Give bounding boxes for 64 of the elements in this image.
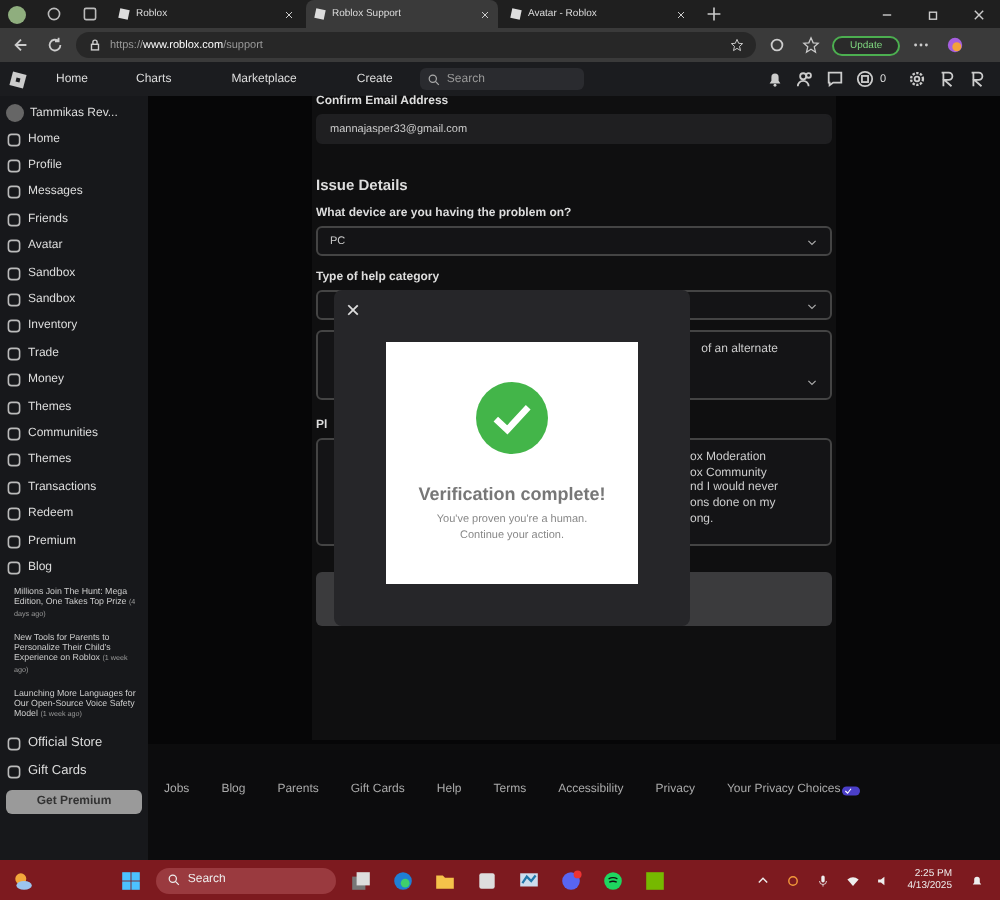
square-icon xyxy=(6,559,22,576)
people-icon[interactable] xyxy=(795,70,814,88)
browser-icon[interactable] xyxy=(391,869,414,891)
square-icon xyxy=(6,345,22,362)
square-icon xyxy=(6,265,22,282)
checkmark-icon xyxy=(476,382,548,454)
monitor-icon[interactable] xyxy=(517,869,540,891)
verification-title: Verification complete! xyxy=(418,484,606,504)
tile-icon xyxy=(118,8,130,20)
task-view-icon[interactable] xyxy=(349,869,372,891)
wifi-icon[interactable] xyxy=(845,873,860,887)
lock-icon xyxy=(88,38,102,52)
close-icon[interactable] xyxy=(972,7,986,21)
toggle-icon xyxy=(842,785,861,795)
close-icon[interactable] xyxy=(676,9,686,19)
profile-icon[interactable] xyxy=(8,5,26,23)
close-button[interactable]: × xyxy=(346,298,361,322)
favorites-icon[interactable] xyxy=(802,36,820,54)
bell-icon[interactable] xyxy=(765,70,784,88)
refresh-icon[interactable] xyxy=(46,36,64,54)
user-avatar[interactable] xyxy=(6,104,24,122)
square-icon xyxy=(6,763,22,780)
new-tab-icon[interactable] xyxy=(706,6,722,22)
back-icon[interactable] xyxy=(12,36,30,54)
square-icon xyxy=(6,238,22,255)
chevron-icon xyxy=(806,299,818,311)
tile-icon xyxy=(314,8,326,20)
search-icon xyxy=(428,73,441,85)
square-icon xyxy=(6,292,22,309)
coin-icon[interactable] xyxy=(855,70,874,88)
weather-icon[interactable] xyxy=(12,869,34,891)
square-icon xyxy=(6,184,22,201)
square-icon xyxy=(6,318,22,335)
close-icon[interactable] xyxy=(284,9,294,19)
square-icon xyxy=(6,399,22,416)
logo-icon[interactable] xyxy=(8,69,28,89)
chevron-icon xyxy=(806,235,818,247)
bell-icon[interactable] xyxy=(970,873,984,887)
square-icon xyxy=(6,211,22,228)
music-app-icon[interactable] xyxy=(601,869,624,891)
square-icon xyxy=(6,131,22,148)
settings-icon[interactable] xyxy=(908,70,926,88)
microphone-icon[interactable] xyxy=(815,873,830,887)
square-icon xyxy=(6,452,22,469)
square-icon xyxy=(6,158,22,175)
close-icon[interactable] xyxy=(480,9,490,19)
windows-icon[interactable] xyxy=(119,869,142,891)
square-icon xyxy=(6,735,22,752)
chat-icon[interactable] xyxy=(825,70,844,88)
restore-icon[interactable] xyxy=(926,7,940,21)
graphics-app-icon[interactable] xyxy=(643,869,666,891)
chevron-icon xyxy=(806,376,818,388)
square-icon xyxy=(6,533,22,550)
app-icon[interactable] xyxy=(475,869,498,891)
square-icon xyxy=(6,479,22,496)
square-icon xyxy=(6,372,22,389)
chevron-icon[interactable] xyxy=(755,873,770,887)
chat-app-icon[interactable] xyxy=(559,869,582,891)
star-icon[interactable] xyxy=(730,38,744,52)
square-icon xyxy=(6,506,22,523)
tile-icon xyxy=(510,8,522,20)
search-icon xyxy=(167,874,180,886)
volume-icon[interactable] xyxy=(875,873,890,887)
square-icon xyxy=(6,425,22,442)
